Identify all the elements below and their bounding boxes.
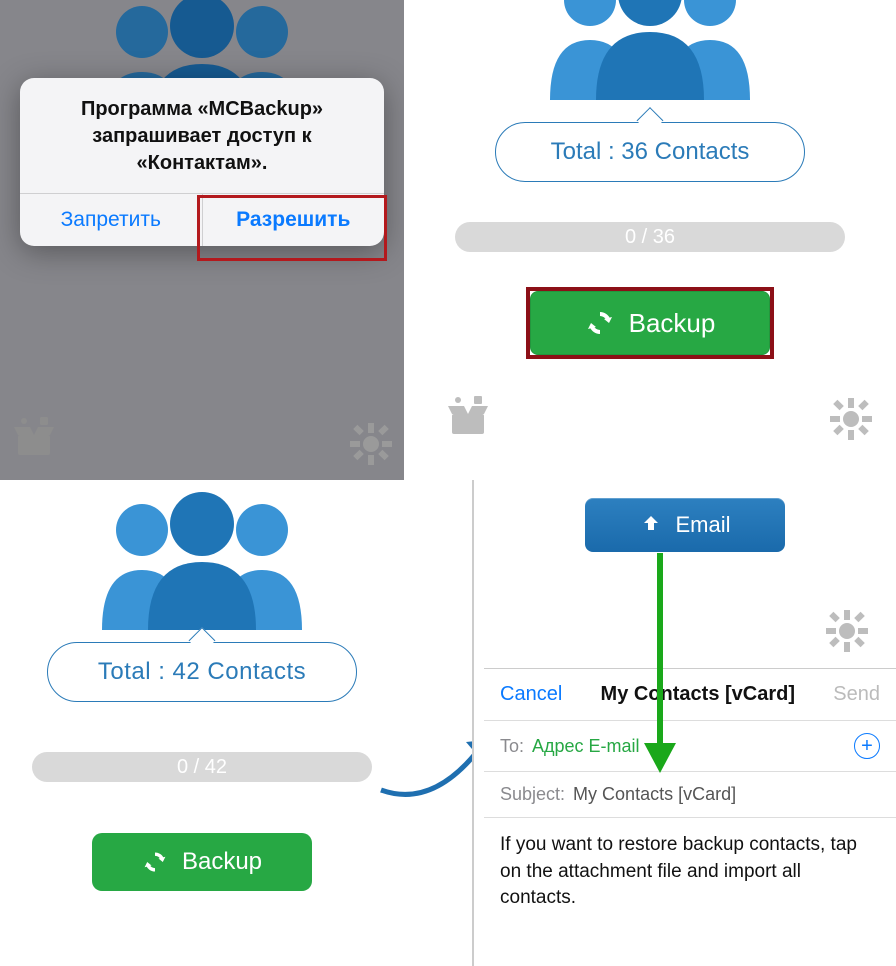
to-value: Адрес E-mail [532,736,640,757]
permission-alert: Программа «MCBackup» запрашивает доступ … [20,78,384,246]
gear-icon[interactable] [830,398,872,445]
unbox-icon[interactable] [10,413,58,466]
total-bubble: Total : 42 Contacts [47,642,357,702]
panel-backup-42: Total : 42 Contacts 0 / 42 Backup [0,480,404,966]
subject-value: My Contacts [vCard] [573,784,736,805]
backup-button[interactable]: Backup [92,833,312,891]
progress-bar: 0 / 42 [32,752,372,782]
compose-sheet: Cancel My Contacts [vCard] Send To: Адре… [484,668,896,926]
send-button[interactable]: Send [833,683,880,706]
backup-label: Backup [182,848,262,876]
progress-text: 0 / 36 [625,226,675,249]
progress-bar: 0 / 36 [455,222,845,252]
backup-label: Backup [629,308,716,339]
gear-icon[interactable] [826,610,868,657]
compose-body[interactable]: If you want to restore backup contacts, … [484,817,896,926]
refresh-icon [585,308,615,338]
people-icon [520,0,780,100]
panel-backup-36: Total : 36 Contacts 0 / 36 Backup [404,0,896,480]
alert-message: Программа «MCBackup» запрашивает доступ … [20,78,384,193]
add-recipient-button[interactable]: + [854,733,880,759]
compose-title: My Contacts [vCard] [601,683,795,706]
refresh-icon [142,849,168,875]
backup-button[interactable]: Backup [530,291,770,355]
to-label: To: [500,736,524,757]
total-label: Total : 36 Contacts [551,138,750,166]
people-icon [72,490,332,630]
email-button[interactable]: Email [585,498,785,552]
deny-button[interactable]: Запретить [20,194,202,246]
cancel-button[interactable]: Cancel [500,683,562,706]
allow-button[interactable]: Разрешить [202,194,385,246]
subject-field[interactable]: Subject: My Contacts [vCard] [484,771,896,817]
panel-email: Email Cancel My Contacts [vCard] Send To… [472,480,896,966]
panel-permission: Программа «MCBackup» запрашивает доступ … [0,0,404,480]
total-bubble: Total : 36 Contacts [495,122,805,182]
to-field[interactable]: To: Адрес E-mail + [484,720,896,771]
gear-icon[interactable] [350,423,392,470]
backup-highlight: Backup [526,287,774,359]
unbox-icon[interactable] [444,392,492,445]
subject-label: Subject: [500,784,565,805]
total-label: Total : 42 Contacts [98,658,306,686]
upload-icon [639,513,663,537]
progress-text: 0 / 42 [177,756,227,779]
email-label: Email [675,512,730,538]
